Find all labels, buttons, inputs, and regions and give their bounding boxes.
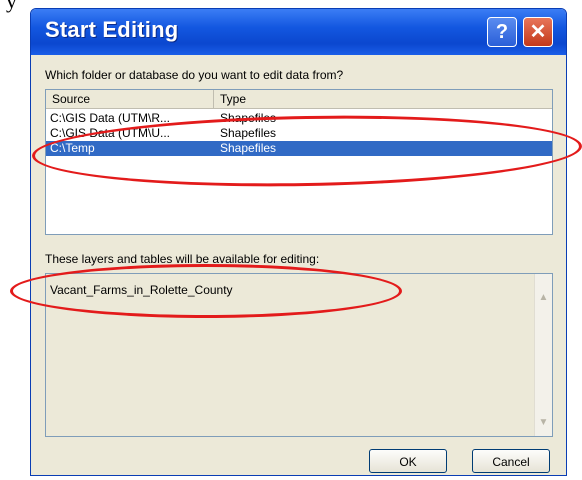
scroll-up-icon[interactable]: ▲: [536, 290, 551, 305]
list-row[interactable]: C:\GIS Data (UTM\U... Shapefiles: [46, 126, 552, 141]
dialog-title: Start Editing: [45, 17, 179, 42]
vertical-scrollbar[interactable]: ▲ ▼: [534, 274, 552, 436]
close-button[interactable]: ✕: [523, 17, 553, 47]
layer-item: Vacant_Farms_in_Rolette_County: [50, 283, 233, 297]
layers-list[interactable]: Vacant_Farms_in_Rolette_County ▲ ▼: [45, 273, 553, 437]
source-prompt: Which folder or database do you want to …: [45, 68, 344, 82]
ok-button[interactable]: OK: [369, 449, 447, 473]
column-header-source[interactable]: Source: [46, 90, 214, 108]
source-list[interactable]: Source Type C:\GIS Data (UTM\R... Shapef…: [45, 89, 553, 235]
layers-prompt: These layers and tables will be availabl…: [45, 252, 320, 266]
help-icon: ?: [495, 21, 509, 43]
scroll-down-icon[interactable]: ▼: [536, 415, 551, 430]
cancel-button[interactable]: Cancel: [472, 449, 550, 473]
row-type: Shapefiles: [220, 141, 277, 155]
help-button[interactable]: ?: [487, 17, 517, 47]
list-row[interactable]: C:\GIS Data (UTM\R... Shapefiles: [46, 111, 552, 126]
start-editing-dialog: Start Editing ? ✕ Which folder or databa…: [30, 8, 567, 476]
close-icon: ✕: [529, 21, 547, 43]
column-header-type[interactable]: Type: [214, 90, 554, 108]
row-source: C:\Temp: [50, 141, 95, 155]
row-type: Shapefiles: [220, 111, 277, 125]
row-source: C:\GIS Data (UTM\R...: [50, 111, 171, 125]
list-row-selected[interactable]: C:\Temp Shapefiles: [46, 141, 552, 156]
row-source: C:\GIS Data (UTM\U...: [50, 126, 171, 140]
list-header: Source Type: [46, 90, 552, 109]
title-bar[interactable]: Start Editing ? ✕: [31, 9, 566, 55]
row-type: Shapefiles: [220, 126, 277, 140]
